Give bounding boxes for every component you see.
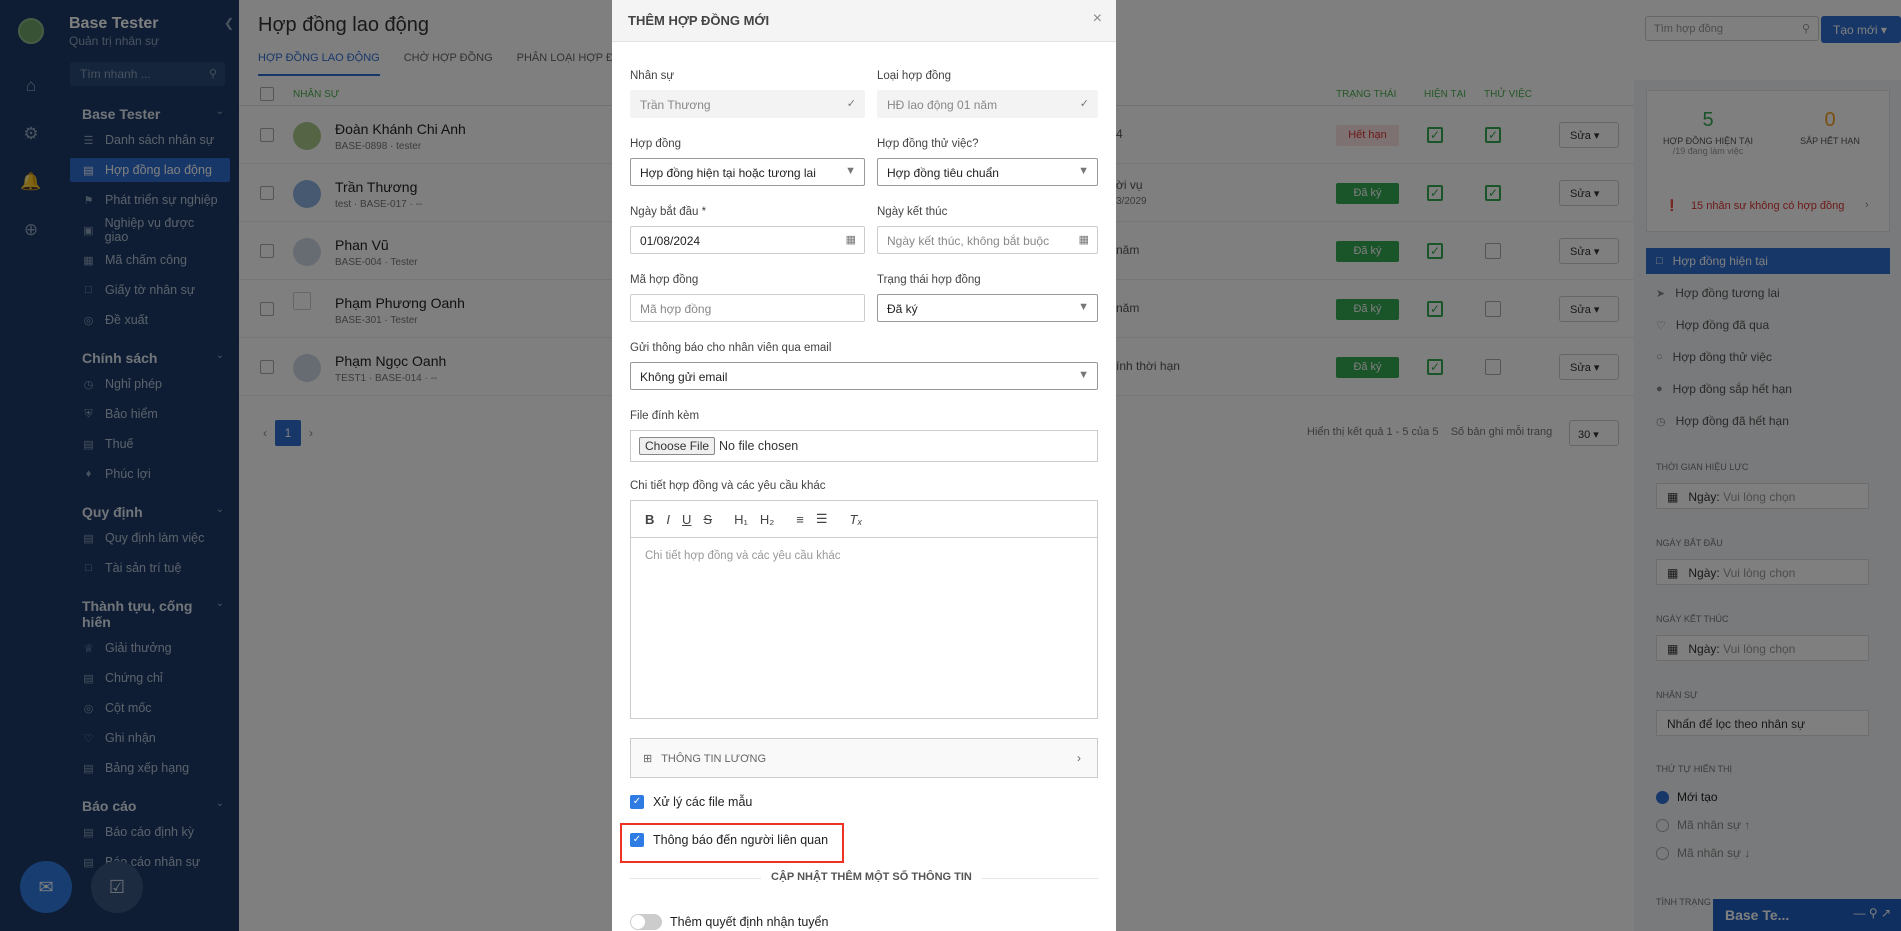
contract-code-input[interactable]: Mã hợp đồng — [630, 294, 865, 322]
salary-section: ⊞ THÔNG TIN LƯƠNG › — [630, 738, 1098, 778]
contract-code-field: Mã hợp đồng Mã hợp đồng — [630, 274, 865, 322]
heading2-icon[interactable]: H₂ — [760, 512, 774, 527]
salary-toggle[interactable]: ⊞ THÔNG TIN LƯƠNG › — [630, 738, 1098, 778]
email-notify-field: Gửi thông báo cho nhân viên qua email Kh… — [630, 342, 1098, 390]
start-date-input[interactable]: 01/08/2024 ▦ — [630, 226, 865, 254]
details-field: Chi tiết hợp đồng và các yêu cầu khác B … — [630, 480, 1098, 719]
chevron-down-icon: ▼ — [1078, 301, 1089, 313]
chevron-down-icon: ▼ — [845, 165, 856, 177]
attachment-field: File đính kèm Choose File No file chosen — [630, 410, 1098, 462]
calendar-icon: ▦ — [845, 234, 856, 246]
contract-select[interactable]: Hợp đồng hiện tại hoặc tương lai ▼ — [630, 158, 865, 186]
add-contract-modal: THÊM HỢP ĐỒNG MỚI × Nhân sự Trần Thương ✓… — [612, 0, 1116, 931]
hiring-decision-toggle[interactable]: Thêm quyết định nhận tuyển — [630, 914, 828, 930]
probation-field: Hợp đồng thử việc? Hợp đồng tiêu chuẩn ▼ — [877, 138, 1098, 186]
heading1-icon[interactable]: H₁ — [734, 512, 748, 527]
details-textarea[interactable]: Chi tiết hợp đồng và các yêu cầu khác — [631, 538, 1097, 718]
end-date-field: Ngày kết thúc Ngày kết thúc, không bắt b… — [877, 206, 1098, 254]
modal-title: THÊM HỢP ĐỒNG MỚI — [628, 13, 770, 28]
template-check-row: ✓ Xử lý các file mẫu — [630, 795, 752, 809]
email-notify-select[interactable]: Không gửi email ▼ — [630, 362, 1098, 390]
choose-file-button[interactable]: Choose File — [639, 437, 716, 455]
hiring-decision-row: Thêm quyết định nhận tuyển — [630, 914, 828, 930]
contract-field: Hợp đồng Hợp đồng hiện tại hoặc tương la… — [630, 138, 865, 186]
ordered-list-icon[interactable]: ≡ — [796, 512, 804, 527]
chevron-down-icon: ▼ — [1078, 369, 1089, 381]
end-date-input[interactable]: Ngày kết thúc, không bắt buộc ▦ — [877, 226, 1098, 254]
probation-select[interactable]: Hợp đồng tiêu chuẩn ▼ — [877, 158, 1098, 186]
rich-text-editor: B I U S H₁ H₂ ≡ ☰ Tₓ Chi tiết hợp đồng v… — [630, 500, 1098, 719]
check-icon: ✓ — [1079, 98, 1089, 110]
notify-check-row: ✓ Thông báo đến người liên quan — [620, 823, 844, 863]
strikethrough-icon[interactable]: S — [703, 512, 712, 527]
contract-type-field: Loại hợp đồng HĐ lao động 01 năm ✓ — [877, 70, 1098, 118]
chevron-down-icon: ▼ — [1078, 165, 1089, 177]
highlight-box — [620, 823, 844, 863]
contract-type-input[interactable]: HĐ lao động 01 năm ✓ — [877, 90, 1098, 118]
employee-field: Nhân sự Trần Thương ✓ — [630, 70, 865, 118]
employee-input[interactable]: Trần Thương ✓ — [630, 90, 865, 118]
contract-status-select[interactable]: Đã ký ▼ — [877, 294, 1098, 322]
clear-format-icon[interactable]: Tₓ — [850, 512, 863, 527]
chevron-right-icon: › — [1077, 751, 1081, 765]
start-date-field: Ngày bắt đầu * 01/08/2024 ▦ — [630, 206, 865, 254]
contract-status-field: Trạng thái hợp đồng Đã ký ▼ — [877, 274, 1098, 322]
process-templates-checkbox[interactable]: ✓ Xử lý các file mẫu — [630, 795, 752, 809]
calendar-icon: ▦ — [1078, 234, 1089, 246]
update-section-title: CẬP NHẬT THÊM MỘT SỐ THÔNG TIN — [761, 871, 982, 883]
bold-icon[interactable]: B — [645, 512, 654, 527]
bullet-list-icon[interactable]: ☰ — [816, 511, 828, 527]
modal-header: THÊM HỢP ĐỒNG MỚI × — [612, 0, 1116, 42]
close-icon[interactable]: × — [1093, 10, 1102, 28]
underline-icon[interactable]: U — [682, 512, 691, 527]
check-icon: ✓ — [846, 98, 856, 110]
italic-icon[interactable]: I — [666, 512, 670, 527]
expand-icon: ⊞ — [643, 753, 653, 765]
file-input[interactable]: Choose File No file chosen — [630, 430, 1098, 462]
editor-toolbar: B I U S H₁ H₂ ≡ ☰ Tₓ — [631, 501, 1097, 538]
